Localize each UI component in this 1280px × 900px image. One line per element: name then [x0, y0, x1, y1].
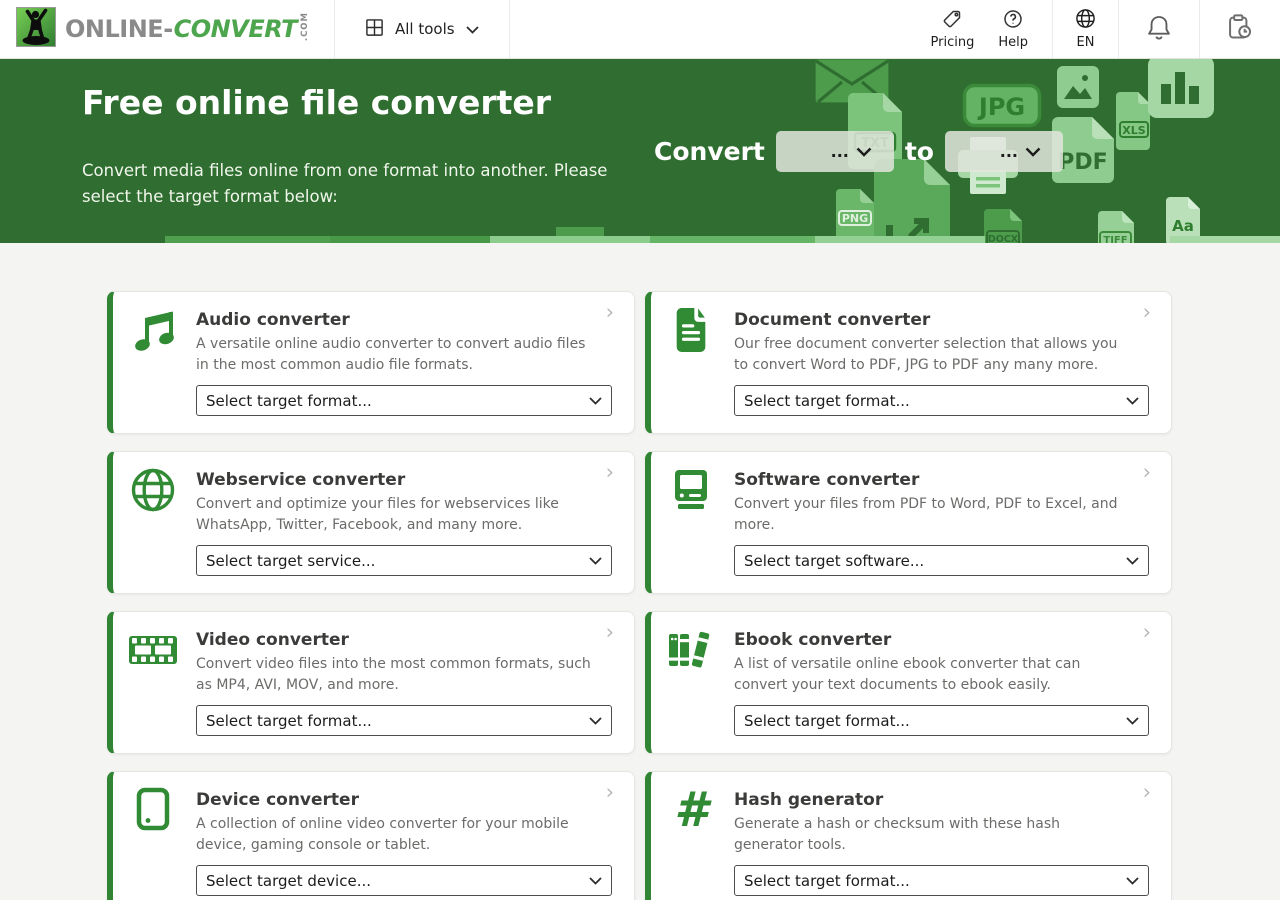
computer-icon [666, 465, 716, 515]
chevron-right-icon[interactable]: › [1143, 782, 1151, 803]
card-webservice-converter[interactable]: › Webservice converter Convert and optim… [107, 451, 635, 594]
svg-text:PNG: PNG [842, 212, 868, 225]
source-format-select[interactable]: ... [776, 131, 894, 172]
chevron-right-icon[interactable]: › [1143, 302, 1151, 323]
pricing-label: Pricing [931, 35, 975, 50]
clipboard-clock-icon [1226, 13, 1254, 45]
card-description: Generate a hash or checksum with these h… [734, 814, 1149, 856]
bell-icon [1145, 14, 1173, 45]
card-audio-converter[interactable]: › Audio converter A versatile online aud… [107, 291, 635, 434]
conversion-queue-button[interactable] [1200, 13, 1280, 45]
globe-icon [1075, 8, 1096, 33]
brand-convert: CONVERT [174, 15, 297, 43]
jpg-badge-icon: JPG [962, 83, 1042, 128]
card-title: Audio converter [196, 310, 612, 330]
hash-icon: # [666, 785, 716, 835]
bar-chart-icon [1148, 59, 1214, 118]
target-device-select[interactable]: Select target device... [196, 865, 612, 896]
svg-text:Aa: Aa [1172, 217, 1194, 235]
all-tools-label: All tools [395, 20, 455, 38]
question-circle-icon [1003, 9, 1023, 33]
music-note-icon [128, 305, 178, 355]
svg-text:JPG: JPG [977, 93, 1025, 121]
card-software-converter[interactable]: › Software converter Convert your files … [645, 451, 1172, 594]
books-icon [666, 625, 716, 675]
target-format-select[interactable]: Select target format... [734, 705, 1149, 736]
logo-mark-icon [16, 7, 56, 51]
notifications-button[interactable] [1119, 14, 1199, 45]
card-title: Ebook converter [734, 630, 1149, 650]
card-description: A collection of online video converter f… [196, 814, 612, 856]
svg-text:PDF: PDF [1058, 150, 1107, 175]
chevron-down-icon [466, 20, 479, 38]
globe-icon [128, 465, 178, 515]
card-device-converter[interactable]: › Device converter A collection of onlin… [107, 771, 635, 900]
brand-tld: .COM [300, 12, 310, 41]
card-description: Convert and optimize your files for webs… [196, 494, 612, 536]
chevron-right-icon[interactable]: › [606, 782, 614, 803]
help-link[interactable]: Help [986, 9, 1040, 50]
film-icon [128, 625, 178, 675]
all-tools-menu[interactable]: All tools [334, 0, 510, 58]
target-format-select[interactable]: Select target format... [196, 705, 612, 736]
card-title: Webservice converter [196, 470, 612, 490]
tablet-icon [128, 785, 178, 835]
language-label: EN [1077, 35, 1095, 50]
source-format-value: ... [831, 142, 849, 161]
card-title: Document converter [734, 310, 1149, 330]
to-label: to [905, 137, 934, 166]
convert-label: Convert [654, 137, 765, 166]
chevron-right-icon[interactable]: › [1143, 622, 1151, 643]
chevron-right-icon[interactable]: › [1143, 462, 1151, 483]
chevron-down-icon [856, 147, 872, 157]
brand-online: ONLINE- [65, 15, 173, 43]
card-description: Convert video files into the most common… [196, 654, 612, 696]
card-description: A list of versatile online ebook convert… [734, 654, 1149, 696]
page-title: Free online file converter [82, 83, 551, 122]
target-format-select[interactable]: Select target format... [734, 385, 1149, 416]
svg-text:XLS: XLS [1122, 124, 1145, 137]
target-service-select[interactable]: Select target service... [196, 545, 612, 576]
target-format-select-hero[interactable]: ... [945, 131, 1063, 172]
site-logo[interactable]: ONLINE- CONVERT .COM [0, 0, 334, 58]
card-document-converter[interactable]: › Document converter Our free document c… [645, 291, 1172, 434]
hero-bottom-strip [0, 236, 1280, 243]
chevron-right-icon[interactable]: › [606, 462, 614, 483]
tag-icon [942, 9, 962, 33]
target-format-value: ... [1000, 142, 1018, 161]
page-subtitle: Convert media files online from one form… [82, 158, 634, 210]
quick-convert-bar: Convert ... to ... [654, 131, 1063, 172]
card-video-converter[interactable]: › Video converter Convert video files in… [107, 611, 635, 754]
header-right: Pricing Help [907, 0, 1280, 58]
chevron-down-icon [1025, 147, 1041, 157]
card-title: Hash generator [734, 790, 1149, 810]
chevron-right-icon[interactable]: › [606, 622, 614, 643]
card-description: Convert your files from PDF to Word, PDF… [734, 494, 1149, 536]
card-title: Software converter [734, 470, 1149, 490]
card-hash-generator[interactable]: # › Hash generator Generate a hash or ch… [645, 771, 1172, 900]
target-software-select[interactable]: Select target software... [734, 545, 1149, 576]
card-ebook-converter[interactable]: › Ebook converter A list of versatile on… [645, 611, 1172, 754]
grid-icon [365, 18, 384, 41]
pricing-link[interactable]: Pricing [919, 9, 987, 50]
image-icon [1057, 66, 1099, 108]
top-navbar: ONLINE- CONVERT .COM All tools [0, 0, 1280, 59]
card-description: A versatile online audio converter to co… [196, 334, 612, 376]
document-icon [666, 305, 716, 355]
language-selector[interactable]: EN [1053, 8, 1118, 50]
target-format-select[interactable]: Select target format... [734, 865, 1149, 896]
hero-banner: JPG XLS PDF [0, 59, 1280, 243]
card-title: Video converter [196, 630, 612, 650]
card-description: Our free document converter selection th… [734, 334, 1149, 376]
target-format-select[interactable]: Select target format... [196, 385, 612, 416]
chevron-right-icon[interactable]: › [606, 302, 614, 323]
converter-list: › Audio converter A versatile online aud… [0, 243, 1280, 900]
card-title: Device converter [196, 790, 612, 810]
help-label: Help [998, 35, 1028, 50]
brand-wordmark: ONLINE- CONVERT .COM [65, 15, 310, 43]
